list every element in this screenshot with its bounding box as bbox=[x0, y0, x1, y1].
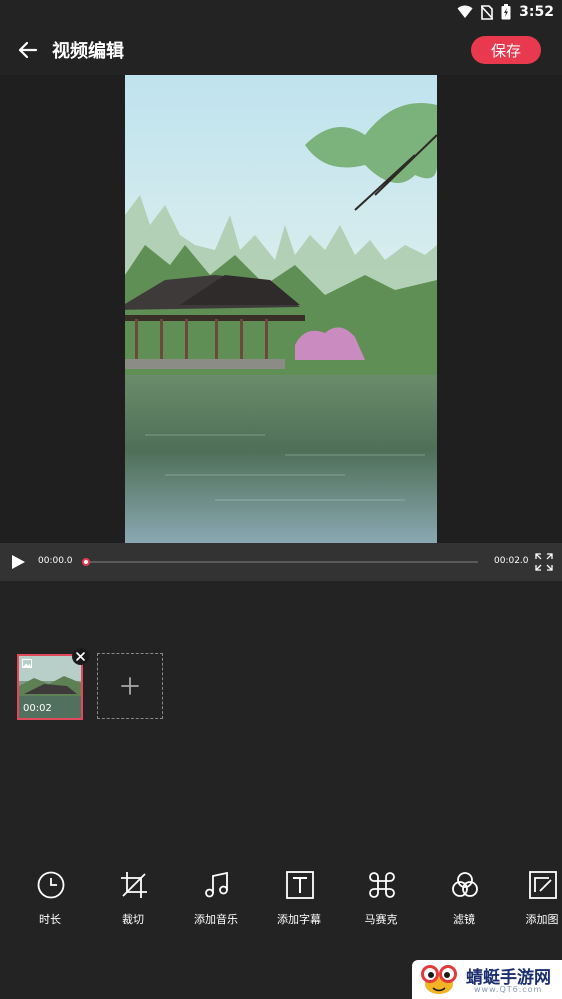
back-button[interactable] bbox=[14, 36, 42, 64]
landscape-pavilion-image bbox=[125, 75, 437, 543]
tool-label: 马赛克 bbox=[364, 913, 398, 926]
text-box-icon bbox=[286, 871, 314, 899]
tool-label: 添加图 bbox=[525, 913, 559, 926]
watermark-url: www.QT6.com bbox=[474, 985, 543, 994]
tool-add-music[interactable]: 添加音乐 bbox=[176, 862, 256, 932]
clip-timeline: 00:02 bbox=[0, 648, 562, 728]
current-time: 00:00.0 bbox=[38, 556, 73, 566]
tool-label: 时长 bbox=[39, 913, 61, 926]
battery-charging-icon bbox=[501, 4, 511, 20]
clock-time: 3:52 bbox=[519, 4, 554, 20]
seek-handle[interactable] bbox=[82, 558, 90, 566]
close-icon bbox=[76, 652, 85, 661]
page-title: 视频编辑 bbox=[52, 41, 124, 62]
image-icon bbox=[22, 659, 32, 668]
save-button[interactable]: 保存 bbox=[471, 36, 541, 64]
tool-mosaic[interactable]: 马赛克 bbox=[341, 862, 421, 932]
top-app-bar: 视频编辑 保存 bbox=[0, 24, 562, 74]
tool-label: 添加字幕 bbox=[277, 913, 321, 926]
arrow-left-icon bbox=[18, 41, 38, 59]
video-preview[interactable] bbox=[125, 75, 437, 543]
add-clip-button[interactable] bbox=[97, 653, 163, 719]
playback-bar: 00:00.0 00:02.0 bbox=[0, 543, 562, 581]
tool-add-image[interactable]: 添加图 bbox=[502, 862, 562, 932]
video-preview-area bbox=[0, 75, 562, 543]
crop-icon bbox=[121, 872, 147, 898]
clip-duration: 00:02 bbox=[23, 703, 52, 714]
dragonfly-mascot-icon bbox=[421, 965, 457, 994]
plus-icon bbox=[121, 677, 139, 695]
seek-bar[interactable] bbox=[82, 558, 478, 566]
site-watermark: 蜻蜓手游网 www.QT6.com bbox=[412, 960, 562, 999]
tool-label: 裁切 bbox=[122, 913, 144, 926]
tool-add-subtitle[interactable]: 添加字幕 bbox=[259, 862, 339, 932]
wifi-icon bbox=[457, 5, 473, 18]
mosaic-icon bbox=[369, 872, 395, 898]
tool-duration[interactable]: 时长 bbox=[10, 862, 90, 932]
play-button[interactable] bbox=[10, 554, 26, 570]
status-bar: 3:52 bbox=[0, 0, 562, 24]
filter-circles-icon bbox=[452, 872, 478, 897]
fullscreen-icon bbox=[535, 553, 553, 571]
edit-toolbar: 时长 裁切 添加音乐 添加字幕 马赛克 滤镜 添加图 bbox=[0, 862, 562, 942]
tool-label: 添加音乐 bbox=[194, 913, 238, 926]
fullscreen-button[interactable] bbox=[535, 553, 553, 571]
total-time: 00:02.0 bbox=[494, 556, 529, 566]
add-image-icon bbox=[529, 871, 557, 899]
remove-clip-button[interactable] bbox=[72, 648, 89, 665]
tool-label: 滤镜 bbox=[453, 913, 475, 926]
clock-icon bbox=[37, 871, 65, 899]
no-sim-icon bbox=[481, 4, 494, 20]
play-icon bbox=[12, 555, 25, 569]
music-note-icon bbox=[205, 871, 228, 898]
tool-crop[interactable]: 裁切 bbox=[93, 862, 173, 932]
tool-filter[interactable]: 滤镜 bbox=[424, 862, 504, 932]
status-icons: 3:52 bbox=[457, 3, 554, 21]
